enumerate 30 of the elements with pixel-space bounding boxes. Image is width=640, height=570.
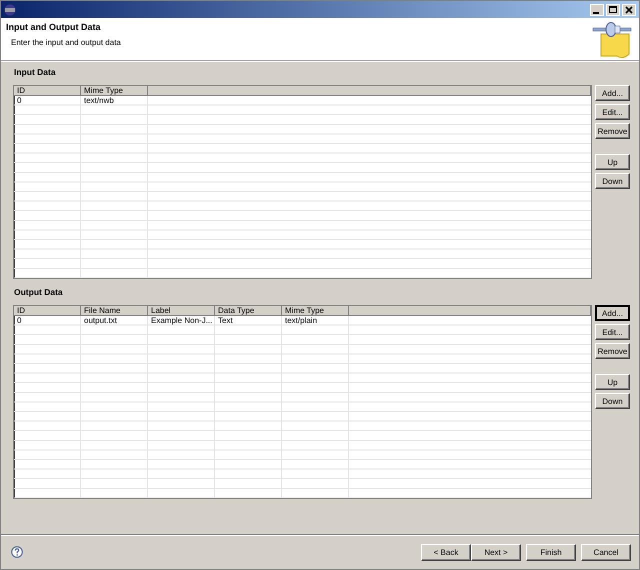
side-button[interactable]: Remove [595,123,630,139]
side-button[interactable]: Edit... [595,324,630,340]
table-cell-text: Example Non-J... [150,316,212,326]
table-cell-text: 0 [16,316,22,326]
help-icon[interactable] [11,546,23,558]
table-cell-text: text/plain [284,316,318,326]
side-button[interactable]: Add... [595,85,630,101]
close-icon[interactable] [622,4,636,16]
table-cell-text: output.txt [83,316,117,326]
side-button[interactable]: Edit... [595,104,630,120]
minimize-icon[interactable] [590,4,604,16]
wizard-button[interactable]: < Back [421,544,471,560]
table-cell-text: text/nwb [83,96,114,106]
side-button[interactable]: Add... [595,305,630,321]
page-title: Input and Output Data [6,22,102,32]
side-button[interactable]: Up [595,154,630,170]
side-button[interactable]: Remove [595,343,630,359]
table-cell-text: Text [217,316,233,326]
app-icon [4,4,16,16]
side-button[interactable]: Down [595,393,630,409]
wizard-button[interactable]: Finish [526,544,576,560]
wizard-button[interactable]: Cancel [581,544,631,560]
wizard-button[interactable]: Next > [471,544,521,560]
page-description: Enter the input and output data [11,38,121,47]
side-button[interactable]: Down [595,173,630,189]
section-title: Input Data [13,66,57,79]
maximize-icon[interactable] [606,4,620,16]
side-button[interactable]: Up [595,374,630,390]
table-cell-text: 0 [16,96,22,106]
section-title: Output Data [13,286,64,299]
